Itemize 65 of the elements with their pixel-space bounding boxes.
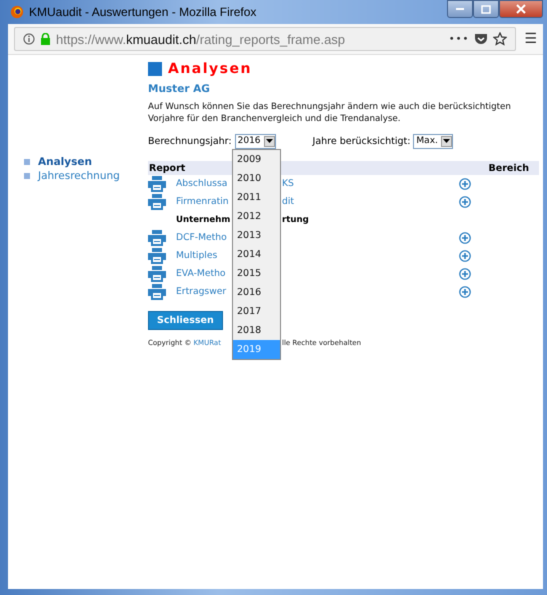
report-link[interactable]: Firmenratin bbox=[176, 195, 232, 209]
year-option[interactable]: 2015 bbox=[233, 264, 280, 283]
report-link[interactable]: EVA-Metho bbox=[176, 267, 232, 281]
browser-logo-icon bbox=[10, 5, 24, 19]
printer-icon[interactable] bbox=[148, 230, 166, 246]
menu-button[interactable]: ☰ bbox=[524, 31, 537, 47]
shield-icon[interactable] bbox=[474, 33, 488, 45]
maximize-icon bbox=[481, 4, 491, 14]
printer-icon[interactable] bbox=[148, 284, 166, 300]
printer-icon[interactable] bbox=[148, 194, 166, 210]
close-page-button[interactable]: Schliessen bbox=[148, 311, 223, 330]
info-icon bbox=[23, 33, 35, 45]
years-select[interactable]: Max. bbox=[413, 134, 453, 148]
expand-icon[interactable] bbox=[459, 250, 471, 262]
year-option[interactable]: 2014 bbox=[233, 245, 280, 264]
year-option[interactable]: 2009 bbox=[233, 150, 280, 169]
report-link[interactable]: Abschlussa bbox=[176, 177, 232, 191]
expand-icon[interactable] bbox=[459, 232, 471, 244]
year-label: Berechnungsjahr: bbox=[148, 136, 232, 146]
expand-icon[interactable] bbox=[459, 196, 471, 208]
report-link[interactable]: KS bbox=[282, 177, 432, 191]
year-option[interactable]: 2018 bbox=[233, 321, 280, 340]
dropdown-arrow-icon bbox=[266, 139, 273, 143]
heading-square-icon bbox=[148, 62, 162, 76]
sidebar-link[interactable]: Jahresrechnung bbox=[38, 170, 120, 182]
description-text: Auf Wunsch können Sie das Berechnungsjahr ändern wie auch die berücksichtigten Vorjahre für den Branchenvergleich und die Trendanalyse. bbox=[148, 101, 512, 125]
group-heading: rtung bbox=[282, 214, 309, 227]
report-link[interactable]: Ertragswer bbox=[176, 285, 232, 299]
year-select[interactable]: 2016 bbox=[234, 134, 276, 148]
minimize-button[interactable] bbox=[447, 0, 473, 18]
years-label: Jahre berücksichtigt: bbox=[312, 136, 410, 146]
year-option[interactable]: 2012 bbox=[233, 207, 280, 226]
group-heading: Unternehm bbox=[176, 214, 232, 227]
window-title: KMUaudit - Auswertungen - Mozilla Firefox bbox=[29, 5, 258, 19]
address-bar[interactable]: https://www.kmuaudit.ch/rating_reports_frame.asp ••• bbox=[14, 27, 516, 51]
year-option[interactable]: 2013 bbox=[233, 226, 280, 245]
year-option[interactable]: 2016 bbox=[233, 283, 280, 302]
bullet-icon bbox=[24, 159, 30, 165]
star-icon[interactable] bbox=[493, 32, 508, 46]
page-actions-button[interactable]: ••• bbox=[448, 34, 470, 44]
expand-icon[interactable] bbox=[459, 286, 471, 298]
dropdown-arrow-icon bbox=[442, 139, 450, 143]
url-text: https://www.kmuaudit.ch/rating_reports_frame.asp bbox=[56, 32, 346, 46]
report-link[interactable]: dit bbox=[282, 195, 432, 209]
report-link[interactable]: DCF-Metho bbox=[176, 231, 232, 245]
close-icon bbox=[516, 4, 526, 14]
expand-icon[interactable] bbox=[459, 268, 471, 280]
column-header: Report bbox=[149, 163, 186, 174]
printer-icon[interactable] bbox=[148, 266, 166, 282]
printer-icon[interactable] bbox=[148, 248, 166, 264]
column-header: Bereich bbox=[488, 163, 529, 174]
year-option[interactable]: 2010 bbox=[233, 169, 280, 188]
company-name: Muster AG bbox=[148, 83, 211, 95]
expand-icon[interactable] bbox=[459, 178, 471, 190]
year-option[interactable]: 2011 bbox=[233, 188, 280, 207]
printer-icon[interactable] bbox=[148, 176, 166, 192]
report-link[interactable]: Multiples bbox=[176, 249, 232, 263]
year-option[interactable]: 2017 bbox=[233, 302, 280, 321]
minimize-icon bbox=[455, 7, 465, 11]
close-button[interactable] bbox=[499, 0, 543, 18]
sidebar-link[interactable]: Analysen bbox=[38, 156, 92, 168]
bullet-icon bbox=[24, 173, 30, 179]
page-heading: Analysen bbox=[168, 61, 252, 77]
maximize-button[interactable] bbox=[473, 0, 499, 18]
lock-icon bbox=[40, 33, 51, 45]
